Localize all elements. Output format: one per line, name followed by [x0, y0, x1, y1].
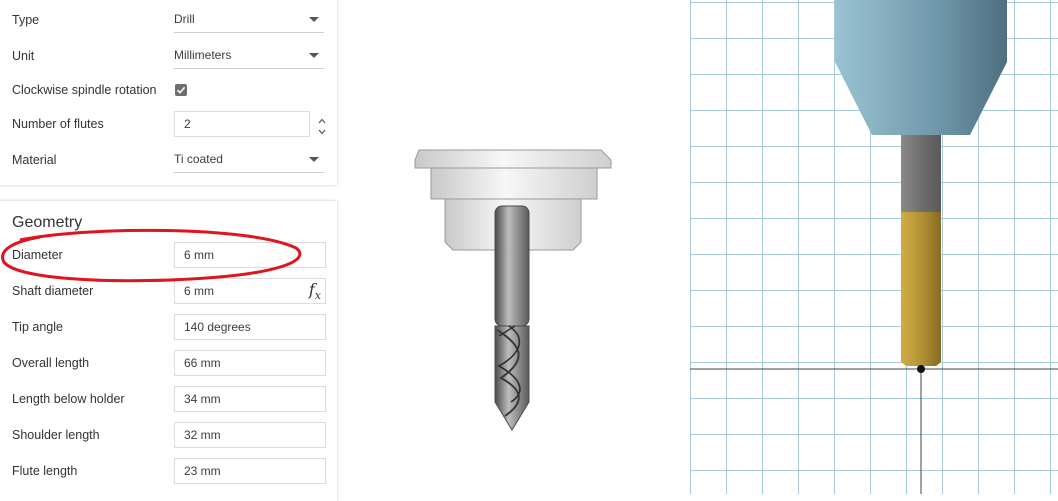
tool-cutting-part — [901, 212, 941, 366]
overall-length-row: Overall length 66 mm — [12, 350, 332, 376]
length-below-holder-label: Length below holder — [12, 392, 125, 406]
length-below-holder-row: Length below holder 34 mm — [12, 386, 332, 412]
tool-shank — [901, 135, 941, 212]
unit-row: Unit Millimeters — [12, 43, 332, 69]
shoulder-length-label: Shoulder length — [12, 428, 100, 442]
stepper-arrows-icon[interactable] — [317, 113, 327, 135]
general-properties-panel: Type Drill Unit Millimeters Clockwise sp… — [0, 0, 337, 185]
material-select[interactable]: Ti coated — [174, 147, 324, 173]
flute-length-input[interactable]: 23 mm — [174, 458, 326, 484]
flutes-label: Number of flutes — [12, 117, 104, 131]
shoulder-length-row: Shoulder length 32 mm — [12, 422, 332, 448]
stepper-down[interactable] — [317, 124, 327, 135]
type-select[interactable]: Drill — [174, 7, 324, 33]
stepper-up[interactable] — [317, 113, 327, 124]
tool-holder-preview — [414, 149, 612, 431]
tool-grid-preview — [690, 0, 1058, 494]
shoulder-length-value: 32 mm — [184, 428, 221, 442]
flute-length-row: Flute length 23 mm — [12, 458, 332, 484]
chevron-down-icon — [309, 157, 319, 162]
unit-value: Millimeters — [174, 48, 232, 62]
material-row: Material Ti coated — [12, 147, 332, 173]
unit-select[interactable]: Millimeters — [174, 43, 324, 69]
chevron-down-icon — [309, 53, 319, 58]
checkmark-icon — [176, 86, 186, 94]
length-below-holder-value: 34 mm — [184, 392, 221, 406]
tip-angle-row: Tip angle 140 degrees — [12, 314, 332, 340]
shoulder-length-input[interactable]: 32 mm — [174, 422, 326, 448]
material-value: Ti coated — [174, 152, 223, 166]
clockwise-row: Clockwise spindle rotation — [12, 77, 332, 103]
overall-length-value: 66 mm — [184, 356, 221, 370]
overall-length-label: Overall length — [12, 356, 90, 370]
fx-icon[interactable]: fx — [309, 280, 321, 302]
tool-tip-point — [917, 365, 925, 373]
tip-angle-input[interactable]: 140 degrees — [174, 314, 326, 340]
spindle-holder — [835, 0, 1007, 135]
flute-length-value: 23 mm — [184, 464, 221, 478]
unit-label: Unit — [12, 49, 35, 63]
clockwise-checkbox[interactable] — [175, 84, 187, 96]
length-below-holder-input[interactable]: 34 mm — [174, 386, 326, 412]
material-label: Material — [12, 153, 57, 167]
flutes-input[interactable]: 2 — [174, 111, 310, 137]
tip-angle-label: Tip angle — [12, 320, 63, 334]
chevron-down-icon — [309, 17, 319, 22]
type-row: Type Drill — [12, 7, 332, 33]
overall-length-input[interactable]: 66 mm — [174, 350, 326, 376]
type-value: Drill — [174, 12, 195, 26]
clockwise-label: Clockwise spindle rotation — [12, 83, 157, 97]
flutes-value: 2 — [184, 117, 191, 131]
annotation-ellipse — [1, 228, 302, 283]
tip-angle-value: 140 degrees — [184, 320, 251, 334]
type-label: Type — [12, 13, 40, 27]
flute-length-label: Flute length — [12, 464, 78, 478]
drill-body — [494, 205, 530, 431]
flutes-row: Number of flutes 2 — [12, 111, 332, 137]
